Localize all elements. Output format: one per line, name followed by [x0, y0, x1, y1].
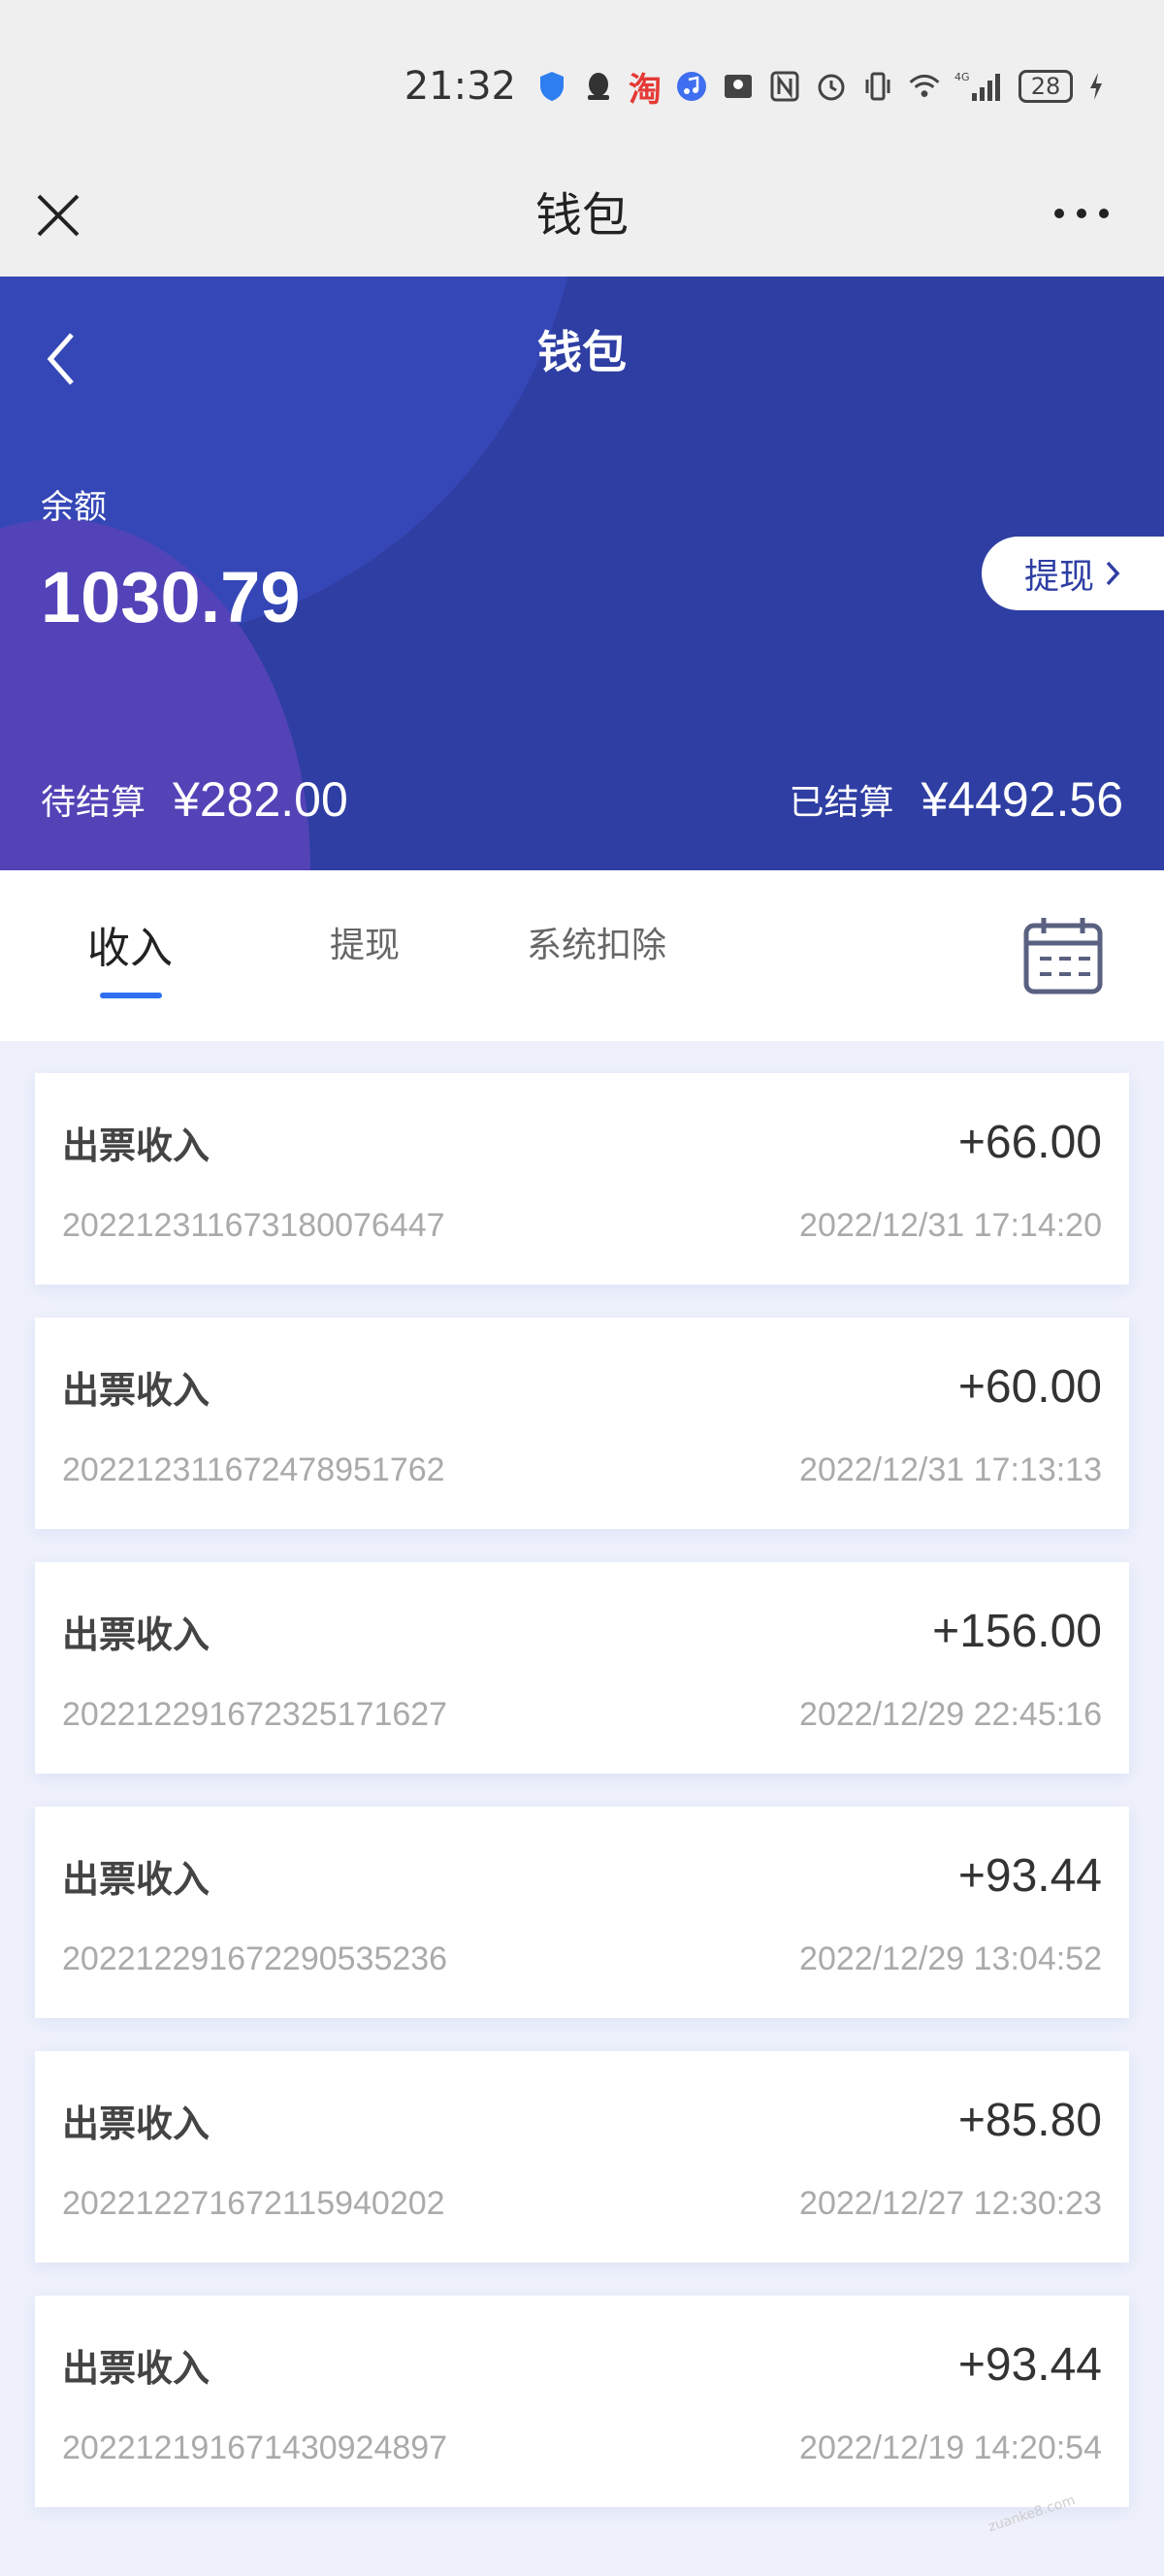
charging-icon	[1086, 70, 1106, 103]
status-time: 21:32	[404, 64, 516, 109]
list-item[interactable]: 出票收入 +93.44 202212291672290535236 2022/1…	[35, 1807, 1129, 2018]
list-item[interactable]: 出票收入 +93.44 202212191671430924897 2022/1…	[35, 2296, 1129, 2507]
transaction-time: 2022/12/29 13:04:52	[799, 1940, 1102, 1977]
list-item[interactable]: 出票收入 +66.00 202212311673180076447 2022/1…	[35, 1073, 1129, 1285]
transaction-title: 出票收入	[62, 1125, 210, 1167]
transaction-title: 出票收入	[62, 1369, 210, 1412]
qq-icon	[582, 70, 615, 103]
transaction-time: 2022/12/29 22:45:16	[799, 1696, 1102, 1733]
taobao-icon: 淘	[629, 70, 662, 110]
pending-amount: ¥282.00	[173, 772, 348, 827]
page-title: 钱包	[537, 326, 627, 378]
network-label: 4G	[954, 71, 970, 83]
alarm-icon	[815, 70, 848, 103]
settled-amount-group: 已结算 ¥4492.56	[789, 771, 1123, 828]
music-icon	[675, 70, 708, 103]
tab-system-deduction[interactable]: 系统扣除	[527, 917, 666, 967]
tab-bar: 收入 提现 系统扣除	[0, 870, 1164, 1041]
transaction-title: 出票收入	[62, 2103, 210, 2145]
pending-label: 待结算	[41, 783, 146, 823]
calendar-icon[interactable]	[1022, 914, 1104, 995]
list-item[interactable]: 出票收入 +60.00 202212311672478951762 2022/1…	[35, 1318, 1129, 1529]
transaction-list: 出票收入 +66.00 202212311673180076447 2022/1…	[35, 1073, 1129, 2540]
transaction-id: 202212291672325171627	[62, 1696, 448, 1733]
battery-icon: 28	[1018, 70, 1073, 103]
vibrate-icon	[861, 70, 894, 103]
chevron-right-icon	[1106, 561, 1120, 586]
transaction-id: 202212291672290535236	[62, 1940, 448, 1977]
tab-withdraw[interactable]: 提现	[330, 917, 400, 967]
transaction-title: 出票收入	[62, 2347, 210, 2390]
app-icon	[722, 70, 755, 103]
list-item[interactable]: 出票收入 +156.00 202212291672325171627 2022/…	[35, 1562, 1129, 1774]
nfc-icon	[768, 70, 801, 103]
transaction-amount: +156.00	[932, 1606, 1102, 1657]
withdraw-label: 提现	[1023, 557, 1094, 597]
wallet-header: 钱包 余额 1030.79 提现 待结算 ¥282.00 已结算 ¥4492.5…	[0, 277, 1164, 870]
transaction-time: 2022/12/27 12:30:23	[799, 2185, 1102, 2222]
transaction-id: 202212271672115940202	[62, 2185, 445, 2222]
signal-icon: 4G	[954, 70, 1005, 103]
tab-active-indicator	[100, 993, 162, 998]
transaction-amount: +60.00	[957, 1361, 1102, 1413]
shield-icon	[535, 70, 568, 103]
transaction-amount: +66.00	[957, 1117, 1102, 1168]
transaction-title: 出票收入	[62, 1614, 210, 1656]
more-icon[interactable]	[1048, 194, 1116, 233]
pending-settlement: 待结算 ¥282.00	[41, 771, 348, 828]
transaction-time: 2022/12/31 17:13:13	[799, 1451, 1102, 1488]
transaction-amount: +93.44	[957, 1850, 1102, 1902]
settled-amount: ¥4492.56	[921, 772, 1123, 827]
status-bar: 21:32 淘 4G 28	[0, 0, 1164, 165]
transaction-id: 202212311673180076447	[62, 1207, 445, 1244]
transaction-time: 2022/12/31 17:14:20	[799, 1207, 1102, 1244]
settled-label: 已结算	[789, 783, 894, 823]
miniprogram-nav-bar: 钱包	[0, 165, 1164, 277]
nav-title: 钱包	[534, 188, 629, 243]
transaction-time: 2022/12/19 14:20:54	[799, 2429, 1102, 2466]
transaction-amount: +93.44	[957, 2339, 1102, 2391]
balance-value: 1030.79	[41, 557, 301, 637]
transaction-id: 202212191671430924897	[62, 2429, 448, 2466]
tab-income[interactable]: 收入	[87, 913, 173, 975]
transaction-amount: +85.80	[957, 2095, 1102, 2146]
wifi-icon	[908, 70, 941, 103]
list-item[interactable]: 出票收入 +85.80 202212271672115940202 2022/1…	[35, 2051, 1129, 2263]
transaction-id: 202212311672478951762	[62, 1451, 445, 1488]
withdraw-button[interactable]: 提现	[982, 537, 1164, 610]
transaction-title: 出票收入	[62, 1858, 210, 1901]
status-icons: 21:32 淘 4G 28	[404, 60, 1106, 113]
balance-label: 余额	[41, 488, 107, 527]
